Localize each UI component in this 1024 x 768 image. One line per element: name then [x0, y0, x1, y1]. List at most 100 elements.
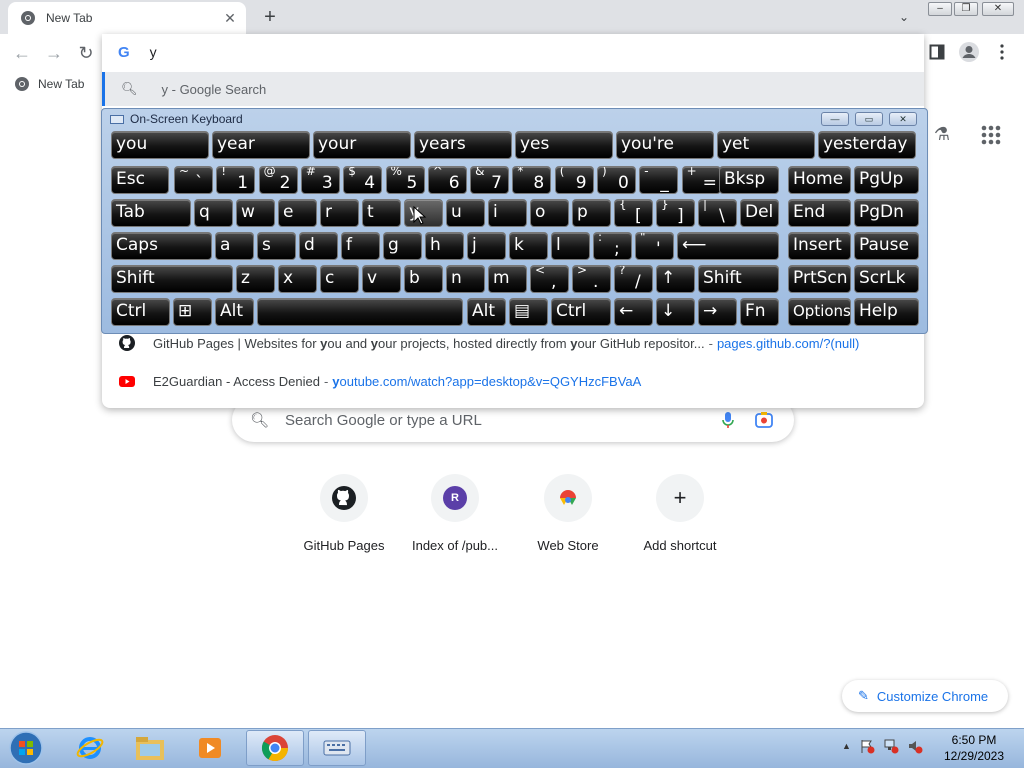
osk-key-l[interactable]: l	[551, 232, 590, 260]
shortcut-index-of-pub[interactable]: R Index of /pub...	[400, 474, 510, 553]
osk-key-sym2-1[interactable]: }]	[656, 199, 695, 227]
google-lens-icon[interactable]	[754, 410, 774, 430]
osk-key-esc[interactable]: Esc	[111, 166, 169, 194]
osk-key-tab[interactable]: Tab	[111, 199, 191, 227]
osk-key-h[interactable]: h	[425, 232, 464, 260]
osk-key-row1-10[interactable]: ) 0	[597, 166, 636, 194]
osk-key-sym3-0[interactable]: :;	[593, 232, 632, 260]
osk-key-u[interactable]: u	[446, 199, 485, 227]
osk-prediction-1[interactable]: year	[212, 131, 310, 159]
omnibox-suggestion-youtube[interactable]: E2Guardian - Access Denied - youtube.com…	[102, 364, 924, 398]
osk-key-x[interactable]: x	[278, 265, 317, 293]
profile-avatar-icon[interactable]	[958, 41, 980, 63]
osk-key-space[interactable]	[257, 298, 463, 326]
osk-key-arrow-down[interactable]: ↓	[656, 298, 695, 326]
osk-close-button[interactable]: ✕	[889, 112, 917, 126]
osk-key-home[interactable]: Home	[788, 166, 851, 194]
start-button[interactable]	[4, 730, 48, 766]
osk-key-options[interactable]: Options	[788, 298, 851, 326]
new-tab-button[interactable]: +	[258, 6, 282, 28]
osk-key-n[interactable]: n	[446, 265, 485, 293]
osk-key-row1-9[interactable]: (9	[554, 166, 594, 194]
tab-search-icon[interactable]: ⌄	[894, 8, 914, 26]
osk-key-c[interactable]: c	[320, 265, 359, 293]
osk-key-row1-8[interactable]: * 8	[512, 166, 552, 194]
taskbar-media-player[interactable]	[188, 730, 232, 766]
osk-key-row1-7[interactable]: & 7	[470, 166, 510, 194]
osk-key-row1-12[interactable]: + =	[681, 166, 721, 194]
osk-key-delete[interactable]: Del	[740, 199, 779, 227]
side-panel-icon[interactable]	[929, 44, 945, 60]
osk-prediction-0[interactable]: you	[111, 131, 209, 159]
osk-prediction-2[interactable]: your	[313, 131, 411, 159]
taskbar-osk[interactable]	[308, 730, 366, 766]
omnibox-search-suggestion[interactable]: 🔍︎ y - Google Search	[102, 72, 924, 106]
osk-key-t[interactable]: t	[362, 199, 401, 227]
osk-key-k[interactable]: k	[509, 232, 548, 260]
window-minimize-button[interactable]: ‒	[928, 2, 952, 16]
osk-key-shift-right[interactable]: Shift	[698, 265, 779, 293]
osk-key-pgdn[interactable]: PgDn	[854, 199, 919, 227]
osk-key-end[interactable]: End	[788, 199, 851, 227]
osk-key-row1-1[interactable]: ! 1	[216, 166, 256, 194]
osk-prediction-3[interactable]: years	[414, 131, 512, 159]
osk-prediction-7[interactable]: yesterday	[818, 131, 916, 159]
osk-key-pause[interactable]: Pause	[854, 232, 919, 260]
osk-key-d[interactable]: d	[299, 232, 338, 260]
osk-key-e[interactable]: e	[278, 199, 317, 227]
shortcut-github-pages[interactable]: GitHub Pages	[289, 474, 399, 553]
osk-key-arrow-right[interactable]: →	[698, 298, 737, 326]
taskbar-internet-explorer[interactable]	[68, 730, 112, 766]
osk-key-row1-2[interactable]: @2	[258, 166, 298, 194]
osk-key-alt-right[interactable]: Alt	[467, 298, 506, 326]
shortcut-add[interactable]: + Add shortcut	[625, 474, 735, 553]
window-maximize-button[interactable]: ❐	[954, 2, 978, 16]
osk-key-ctrl-right[interactable]: Ctrl	[551, 298, 611, 326]
action-center-flag-icon[interactable]	[859, 738, 875, 754]
osk-key-v[interactable]: v	[362, 265, 401, 293]
osk-key-sym2-0[interactable]: {[	[614, 199, 653, 227]
osk-prediction-6[interactable]: yet	[717, 131, 815, 159]
osk-key-z[interactable]: z	[236, 265, 275, 293]
osk-key-g[interactable]: g	[383, 232, 422, 260]
osk-key-shift-left[interactable]: Shift	[111, 265, 233, 293]
menu-kebab-icon[interactable]	[998, 44, 1006, 60]
osk-key-sym4-0[interactable]: <,	[530, 265, 569, 293]
osk-key-f[interactable]: f	[341, 232, 380, 260]
osk-key-prtscn[interactable]: PrtScn	[788, 265, 851, 293]
omnibox-input[interactable]: G y	[102, 34, 924, 70]
customize-chrome-button[interactable]: ✎ Customize Chrome	[842, 680, 1008, 712]
osk-key-row1-3[interactable]: #3	[300, 166, 340, 194]
osk-key-sym4-2[interactable]: ? /	[614, 265, 653, 293]
osk-prediction-4[interactable]: yes	[515, 131, 613, 159]
osk-key-row1-4[interactable]: $4	[343, 166, 383, 194]
osk-key-w[interactable]: w	[236, 199, 275, 227]
taskbar-chrome[interactable]	[246, 730, 304, 766]
osk-key-row1-6[interactable]: ^ 6	[427, 166, 467, 194]
taskbar-explorer[interactable]	[128, 730, 172, 766]
osk-key-row1-11[interactable]: - _	[639, 166, 679, 194]
osk-key-i[interactable]: i	[488, 199, 527, 227]
osk-key-backspace[interactable]: Bksp	[719, 166, 779, 194]
osk-key-s[interactable]: s	[257, 232, 296, 260]
voice-search-mic-icon[interactable]	[718, 410, 738, 430]
osk-key-row1-5[interactable]: % 5	[385, 166, 425, 194]
osk-key-caps[interactable]: Caps	[111, 232, 212, 260]
osk-key-alt-left[interactable]: Alt	[215, 298, 254, 326]
osk-key-sym4-1[interactable]: >.	[572, 265, 611, 293]
osk-key-ctrl-left[interactable]: Ctrl	[111, 298, 170, 326]
osk-key-fn[interactable]: Fn	[740, 298, 779, 326]
osk-key-b[interactable]: b	[404, 265, 443, 293]
osk-key-menu[interactable]: ▤	[509, 298, 548, 326]
back-button[interactable]: ←	[10, 42, 34, 64]
taskbar-clock[interactable]: 6:50 PM 12/29/2023	[936, 732, 1012, 764]
osk-key-o[interactable]: o	[530, 199, 569, 227]
osk-key-m[interactable]: m	[488, 265, 527, 293]
osk-key-p[interactable]: p	[572, 199, 611, 227]
tab-close-icon[interactable]: ✕	[220, 8, 240, 28]
osk-key-arrow-left[interactable]: ←	[614, 298, 653, 326]
osk-key-sym3-1[interactable]: " '	[635, 232, 674, 260]
bookmark-new-tab[interactable]: New Tab	[14, 76, 84, 92]
window-close-button[interactable]: ✕	[982, 2, 1014, 16]
labs-flask-icon[interactable]: ⚗	[930, 124, 954, 148]
